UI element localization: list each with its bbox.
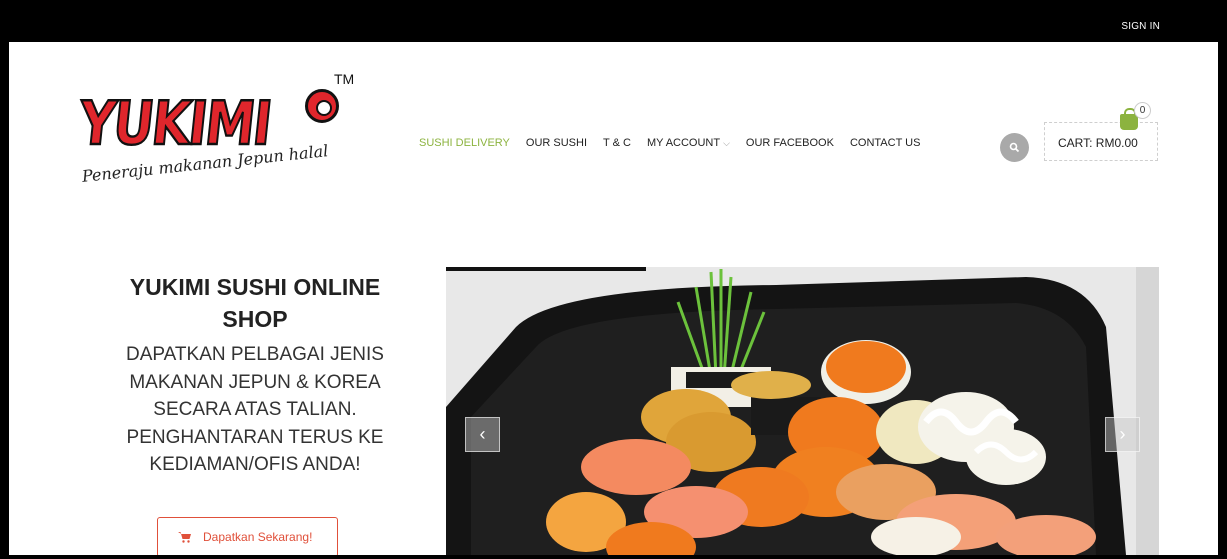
get-now-button[interactable]: Dapatkan Sekarang! — [157, 517, 338, 555]
chevron-right-icon: › — [1119, 424, 1126, 444]
search-icon — [1009, 142, 1020, 153]
logo-wordmark: YUKIMI — [75, 88, 275, 160]
trademark-symbol: TM — [334, 71, 355, 87]
nav-item-my-account-label: MY ACCOUNT — [646, 137, 721, 149]
slider-next-button[interactable]: › — [1105, 417, 1140, 452]
site-logo[interactable]: TM YUKIMI Peneraju makanan Jepun halal — [73, 71, 373, 211]
search-button[interactable] — [1000, 133, 1029, 162]
sushi-platter-photo — [446, 267, 1159, 555]
nav-item-our-sushi[interactable]: OUR SUSHI — [526, 137, 587, 149]
top-bar: SIGN IN — [9, 9, 1218, 42]
cart-button[interactable]: CART: RM0.00 — [1044, 122, 1158, 161]
sign-in-link[interactable]: SIGN IN — [1121, 21, 1160, 32]
shopping-bag-icon[interactable] — [1120, 108, 1138, 130]
promo-title: YUKIMI SUSHI ONLINE SHOP — [129, 274, 381, 332]
promo-body: DAPATKAN PELBAGAI JENIS MAKANAN JEPUN & … — [126, 344, 384, 475]
hero-slider[interactable]: ‹ › — [446, 267, 1159, 555]
cart-icon — [178, 532, 191, 543]
cart-total: CART: RM0.00 — [1058, 136, 1138, 150]
nav-item-my-account[interactable]: MY ACCOUNT ⌵ — [647, 137, 730, 149]
cart-count-badge: 0 — [1134, 102, 1151, 119]
nav-item-our-facebook[interactable]: OUR FACEBOOK — [746, 137, 834, 149]
page: SIGN IN TM YUKIMI Peneraju makanan Jepun… — [9, 9, 1218, 555]
get-now-label: Dapatkan Sekarang! — [203, 530, 313, 544]
slider-prev-button[interactable]: ‹ — [465, 417, 500, 452]
promo-block: YUKIMI SUSHI ONLINE SHOP DAPATKAN PELBAG… — [95, 271, 415, 479]
logo-emblem — [305, 89, 339, 123]
chevron-left-icon: ‹ — [479, 424, 486, 444]
nav-item-tnc[interactable]: T & C — [603, 137, 631, 149]
nav-item-sushi-delivery[interactable]: SUSHI DELIVERY — [419, 137, 510, 149]
nav-item-contact-us[interactable]: CONTACT US — [850, 137, 921, 149]
slider-progress-bar — [446, 267, 646, 271]
main-nav: SUSHI DELIVERY OUR SUSHI T & C MY ACCOUN… — [419, 137, 936, 149]
chevron-down-icon: ⌵ — [723, 138, 730, 148]
